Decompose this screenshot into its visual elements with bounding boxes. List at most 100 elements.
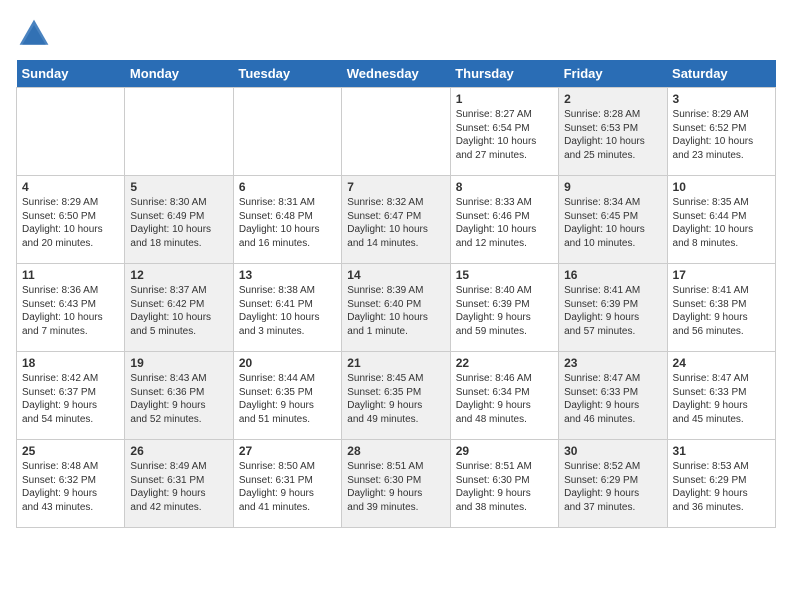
calendar-cell: 21 Sunrise: 8:45 AM Sunset: 6:35 PM Dayli…: [342, 352, 450, 440]
calendar-cell: 18Sunrise: 8:42 AM Sunset: 6:37 PM Dayli…: [17, 352, 125, 440]
calendar-header-row: SundayMondayTuesdayWednesdayThursdayFrid…: [17, 60, 776, 88]
calendar-cell: 14 Sunrise: 8:39 AM Sunset: 6:40 PM Dayli…: [342, 264, 450, 352]
calendar-cell: 9 Sunrise: 8:34 AM Sunset: 6:45 PM Daylig…: [559, 176, 667, 264]
calendar-cell: 12 Sunrise: 8:37 AM Sunset: 6:42 PM Dayli…: [125, 264, 233, 352]
day-info: Sunrise: 8:41 AM Sunset: 6:38 PM Dayligh…: [673, 284, 770, 338]
day-info: Sunrise: 8:53 AM Sunset: 6:29 PM Dayligh…: [673, 460, 770, 514]
calendar-cell: 16 Sunrise: 8:41 AM Sunset: 6:39 PM Dayli…: [559, 264, 667, 352]
day-info: Sunrise: 8:32 AM Sunset: 6:47 PM Dayligh…: [347, 196, 444, 250]
calendar-cell: 1 Sunrise: 8:27 AM Sunset: 6:54 PM Daylig…: [450, 88, 558, 176]
day-info: Sunrise: 8:31 AM Sunset: 6:48 PM Dayligh…: [239, 196, 336, 250]
day-info: Sunrise: 8:33 AM Sunset: 6:46 PM Dayligh…: [456, 196, 553, 250]
day-number: 22: [456, 356, 553, 370]
day-number: 31: [673, 444, 770, 458]
calendar-cell: 6 Sunrise: 8:31 AM Sunset: 6:48 PM Daylig…: [233, 176, 341, 264]
day-info: Sunrise: 8:35 AM Sunset: 6:44 PM Dayligh…: [673, 196, 770, 250]
calendar-week-5: 25 Sunrise: 8:48 AM Sunset: 6:32 PM Dayli…: [17, 440, 776, 528]
day-info: Sunrise: 8:30 AM Sunset: 6:49 PM Dayligh…: [130, 196, 227, 250]
day-info: Sunrise: 8:44 AM Sunset: 6:35 PM Dayligh…: [239, 372, 336, 426]
day-info: Sunrise: 8:45 AM Sunset: 6:35 PM Dayligh…: [347, 372, 444, 426]
day-number: 20: [239, 356, 336, 370]
calendar-cell: 4 Sunrise: 8:29 AM Sunset: 6:50 PM Daylig…: [17, 176, 125, 264]
day-info: Sunrise: 8:29 AM Sunset: 6:50 PM Dayligh…: [22, 196, 119, 250]
day-info: Sunrise: 8:27 AM Sunset: 6:54 PM Dayligh…: [456, 108, 553, 162]
calendar-cell: 26 Sunrise: 8:49 AM Sunset: 6:31 PM Dayli…: [125, 440, 233, 528]
day-info: Sunrise: 8:51 AM Sunset: 6:30 PM Dayligh…: [456, 460, 553, 514]
calendar-cell: 5 Sunrise: 8:30 AM Sunset: 6:49 PM Daylig…: [125, 176, 233, 264]
day-number: 27: [239, 444, 336, 458]
day-info: Sunrise: 8:47 AM Sunset: 6:33 PM Dayligh…: [564, 372, 661, 426]
calendar-cell: 7 Sunrise: 8:32 AM Sunset: 6:47 PM Daylig…: [342, 176, 450, 264]
day-info: Sunrise: 8:29 AM Sunset: 6:52 PM Dayligh…: [673, 108, 770, 162]
calendar-cell: [233, 88, 341, 176]
calendar-cell: 29Sunrise: 8:51 AM Sunset: 6:30 PM Dayli…: [450, 440, 558, 528]
day-number: 30: [564, 444, 661, 458]
calendar-header-saturday: Saturday: [667, 60, 775, 88]
day-number: 12: [130, 268, 227, 282]
day-info: Sunrise: 8:41 AM Sunset: 6:39 PM Dayligh…: [564, 284, 661, 338]
calendar-cell: 3 Sunrise: 8:29 AM Sunset: 6:52 PM Daylig…: [667, 88, 775, 176]
day-number: 2: [564, 92, 661, 106]
calendar-cell: 15 Sunrise: 8:40 AM Sunset: 6:39 PM Dayli…: [450, 264, 558, 352]
day-number: 23: [564, 356, 661, 370]
day-number: 19: [130, 356, 227, 370]
calendar-header-friday: Friday: [559, 60, 667, 88]
day-number: 25: [22, 444, 119, 458]
day-number: 1: [456, 92, 553, 106]
calendar-cell: [342, 88, 450, 176]
day-info: Sunrise: 8:40 AM Sunset: 6:39 PM Dayligh…: [456, 284, 553, 338]
day-info: Sunrise: 8:28 AM Sunset: 6:53 PM Dayligh…: [564, 108, 661, 162]
calendar-header-wednesday: Wednesday: [342, 60, 450, 88]
calendar-cell: [17, 88, 125, 176]
calendar-cell: 20 Sunrise: 8:44 AM Sunset: 6:35 PM Dayli…: [233, 352, 341, 440]
day-info: Sunrise: 8:36 AM Sunset: 6:43 PM Dayligh…: [22, 284, 119, 338]
day-info: Sunrise: 8:47 AM Sunset: 6:33 PM Dayligh…: [673, 372, 770, 426]
day-number: 4: [22, 180, 119, 194]
day-number: 5: [130, 180, 227, 194]
calendar-cell: 13 Sunrise: 8:38 AM Sunset: 6:41 PM Dayli…: [233, 264, 341, 352]
day-info: Sunrise: 8:34 AM Sunset: 6:45 PM Dayligh…: [564, 196, 661, 250]
calendar-cell: 24Sunrise: 8:47 AM Sunset: 6:33 PM Dayli…: [667, 352, 775, 440]
calendar-week-1: 1 Sunrise: 8:27 AM Sunset: 6:54 PM Daylig…: [17, 88, 776, 176]
day-info: Sunrise: 8:50 AM Sunset: 6:31 PM Dayligh…: [239, 460, 336, 514]
page-header: [16, 16, 776, 52]
calendar-cell: 23 Sunrise: 8:47 AM Sunset: 6:33 PM Dayli…: [559, 352, 667, 440]
day-info: Sunrise: 8:49 AM Sunset: 6:31 PM Dayligh…: [130, 460, 227, 514]
day-number: 6: [239, 180, 336, 194]
calendar-cell: 22 Sunrise: 8:46 AM Sunset: 6:34 PM Dayli…: [450, 352, 558, 440]
calendar-cell: 28Sunrise: 8:51 AM Sunset: 6:30 PM Dayli…: [342, 440, 450, 528]
calendar-cell: 17 Sunrise: 8:41 AM Sunset: 6:38 PM Dayli…: [667, 264, 775, 352]
logo-icon: [16, 16, 52, 52]
day-number: 17: [673, 268, 770, 282]
day-number: 9: [564, 180, 661, 194]
day-info: Sunrise: 8:46 AM Sunset: 6:34 PM Dayligh…: [456, 372, 553, 426]
calendar-header-monday: Monday: [125, 60, 233, 88]
day-number: 14: [347, 268, 444, 282]
day-number: 26: [130, 444, 227, 458]
calendar-cell: 30Sunrise: 8:52 AM Sunset: 6:29 PM Dayli…: [559, 440, 667, 528]
calendar-cell: 10 Sunrise: 8:35 AM Sunset: 6:44 PM Dayli…: [667, 176, 775, 264]
day-info: Sunrise: 8:43 AM Sunset: 6:36 PM Dayligh…: [130, 372, 227, 426]
calendar-cell: 27 Sunrise: 8:50 AM Sunset: 6:31 PM Dayli…: [233, 440, 341, 528]
day-info: Sunrise: 8:38 AM Sunset: 6:41 PM Dayligh…: [239, 284, 336, 338]
day-number: 7: [347, 180, 444, 194]
day-number: 16: [564, 268, 661, 282]
calendar-body: 1 Sunrise: 8:27 AM Sunset: 6:54 PM Daylig…: [17, 88, 776, 528]
calendar-cell: 2 Sunrise: 8:28 AM Sunset: 6:53 PM Daylig…: [559, 88, 667, 176]
day-number: 3: [673, 92, 770, 106]
day-number: 15: [456, 268, 553, 282]
day-number: 10: [673, 180, 770, 194]
day-info: Sunrise: 8:42 AM Sunset: 6:37 PM Dayligh…: [22, 372, 119, 426]
day-number: 21: [347, 356, 444, 370]
calendar-table: SundayMondayTuesdayWednesdayThursdayFrid…: [16, 60, 776, 528]
day-info: Sunrise: 8:37 AM Sunset: 6:42 PM Dayligh…: [130, 284, 227, 338]
day-number: 13: [239, 268, 336, 282]
logo: [16, 16, 56, 52]
calendar-week-2: 4 Sunrise: 8:29 AM Sunset: 6:50 PM Daylig…: [17, 176, 776, 264]
calendar-cell: 25 Sunrise: 8:48 AM Sunset: 6:32 PM Dayli…: [17, 440, 125, 528]
calendar-header-sunday: Sunday: [17, 60, 125, 88]
day-info: Sunrise: 8:39 AM Sunset: 6:40 PM Dayligh…: [347, 284, 444, 338]
day-info: Sunrise: 8:48 AM Sunset: 6:32 PM Dayligh…: [22, 460, 119, 514]
calendar-cell: 31 Sunrise: 8:53 AM Sunset: 6:29 PM Dayli…: [667, 440, 775, 528]
calendar-cell: 19 Sunrise: 8:43 AM Sunset: 6:36 PM Dayli…: [125, 352, 233, 440]
